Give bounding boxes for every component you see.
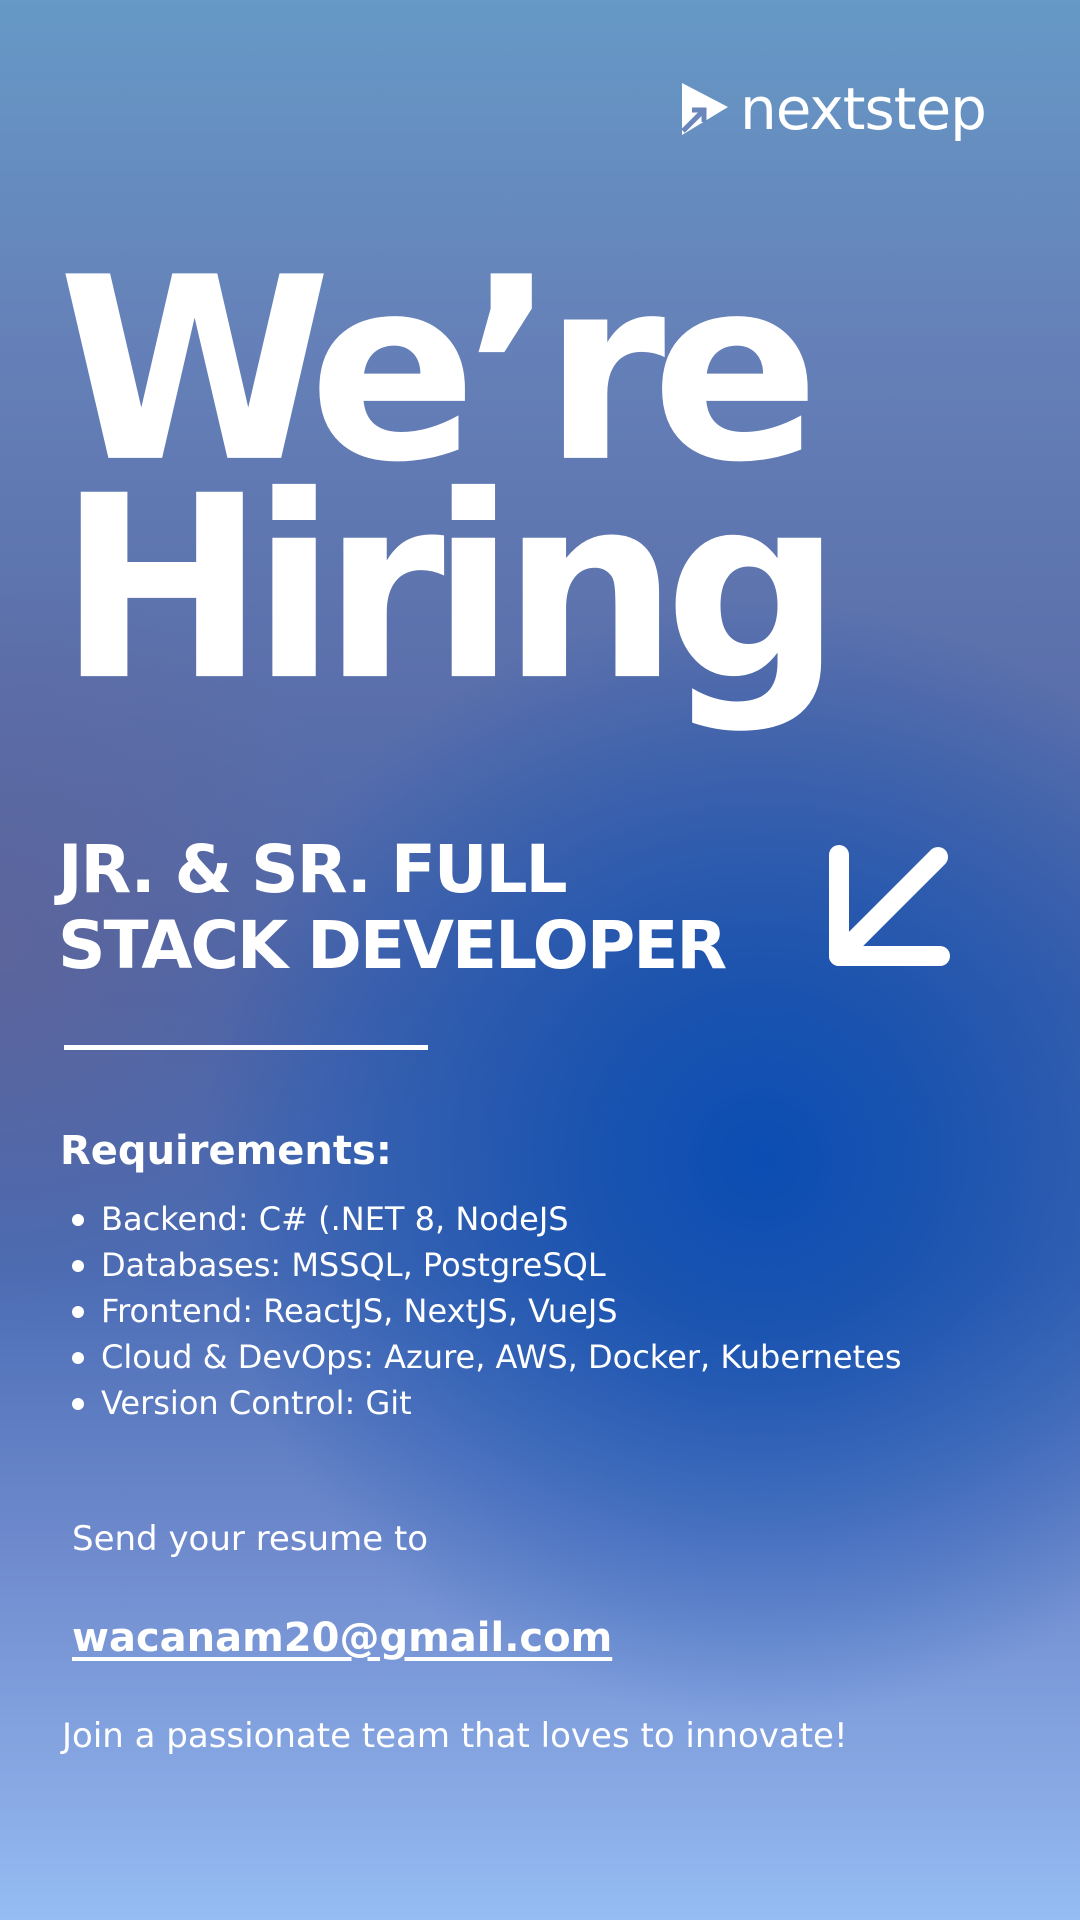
requirement-item: Databases: MSSQL, PostgreSQL	[70, 1242, 902, 1288]
requirements-heading: Requirements:	[60, 1128, 392, 1174]
requirement-item: Cloud & DevOps: Azure, AWS, Docker, Kube…	[70, 1334, 902, 1380]
brand-name: nextstep	[740, 75, 987, 143]
requirements-list: Backend: C# (.NET 8, NodeJS Databases: M…	[70, 1196, 902, 1426]
job-title-line-2: STACK DEVELOPER	[58, 907, 727, 984]
email-link[interactable]: wacanam20@gmail.com	[72, 1612, 612, 1664]
job-title: JR. & SR. FULL STACK DEVELOPER	[58, 831, 727, 984]
job-title-line-1: JR. & SR. FULL	[58, 831, 568, 908]
requirement-item: Backend: C# (.NET 8, NodeJS	[70, 1196, 902, 1242]
paper-plane-arrow-icon	[681, 83, 728, 135]
arrow-down-left-icon	[829, 845, 950, 966]
brand-logo: nextstep	[680, 74, 987, 144]
headline-line-2: Hiring	[58, 442, 842, 737]
divider	[64, 1045, 428, 1050]
headline: We’re Hiring	[58, 245, 842, 737]
requirement-item: Version Control: Git	[70, 1380, 902, 1426]
send-resume-text: Send your resume to	[72, 1519, 429, 1559]
tagline: Join a passionate team that loves to inn…	[62, 1716, 848, 1756]
requirement-item: Frontend: ReactJS, NextJS, VueJS	[70, 1288, 902, 1334]
